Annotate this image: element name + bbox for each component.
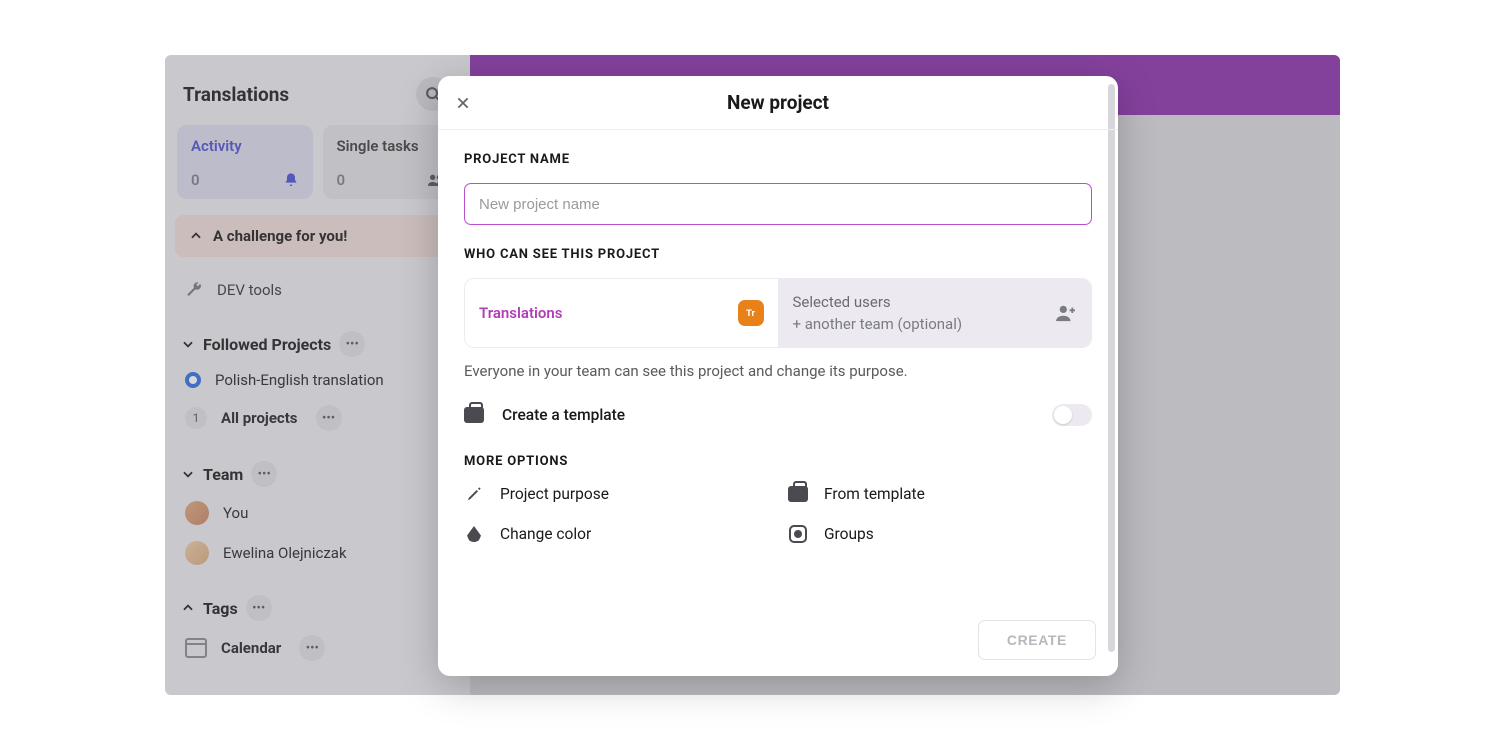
create-template-toggle[interactable] [1052, 404, 1092, 426]
modal-header: New project [438, 76, 1118, 130]
option-from-template[interactable]: From template [788, 485, 1092, 503]
modal-body: PROJECT NAME WHO CAN SEE THIS PROJECT Tr… [438, 130, 1118, 676]
challenge-label: A challenge for you! [213, 227, 347, 245]
sidebar: Translations Activity 0 Single tasks 0 [165, 55, 470, 695]
modal-footer: CREATE [460, 620, 1096, 676]
tab-single-count: 0 [337, 171, 346, 189]
create-template-label: Create a template [502, 406, 625, 424]
team-more-button[interactable]: ••• [251, 461, 277, 487]
tab-activity-label: Activity [191, 137, 299, 155]
dev-tools-label: DEV tools [217, 281, 282, 299]
wrench-icon [185, 281, 203, 299]
tab-activity[interactable]: Activity 0 [177, 125, 313, 199]
section-tags[interactable]: Tags ••• + [175, 589, 460, 627]
option-label: Project purpose [500, 485, 609, 503]
add-user-icon [1055, 304, 1077, 322]
modal-title: New project [438, 91, 1118, 114]
team-member-label: Ewelina Olejniczak [223, 544, 347, 562]
team-member-ewelina[interactable]: Ewelina Olejniczak [175, 533, 460, 573]
chevron-up-icon [181, 601, 195, 615]
tags-title: Tags [203, 599, 238, 618]
tab-activity-count: 0 [191, 171, 200, 189]
workspace-title: Translations [183, 83, 289, 106]
calendar-label: Calendar [221, 639, 281, 657]
avatar [185, 541, 209, 565]
close-icon [456, 96, 470, 110]
tab-single-label: Single tasks [337, 137, 445, 155]
chevron-down-icon [181, 337, 195, 351]
bell-icon [283, 172, 299, 188]
team-chip: Tr [738, 300, 764, 326]
visibility-help-text: Everyone in your team can see this proje… [464, 362, 1092, 380]
challenge-banner[interactable]: A challenge for you! [175, 215, 460, 257]
calendar-more-button[interactable]: ••• [299, 635, 325, 661]
avatar [185, 501, 209, 525]
more-options-label: MORE OPTIONS [464, 454, 1092, 469]
pencil-icon [464, 486, 484, 502]
chevron-down-icon [181, 467, 195, 481]
team-member-label: You [223, 504, 248, 522]
sidebar-header: Translations [175, 69, 460, 125]
visibility-users-label: Selected users [793, 293, 963, 311]
briefcase-icon [788, 486, 808, 502]
all-projects-count: 1 [185, 407, 207, 429]
visibility-label: WHO CAN SEE THIS PROJECT [464, 247, 1092, 262]
create-button[interactable]: CREATE [978, 620, 1096, 660]
visibility-users-option[interactable]: Selected users + another team (optional) [779, 279, 1092, 347]
option-project-purpose[interactable]: Project purpose [464, 485, 768, 503]
modal-scrollbar[interactable] [1108, 84, 1115, 652]
followed-more-button[interactable]: ••• [339, 331, 365, 357]
visibility-selector: Translations Tr Selected users + another… [464, 278, 1092, 348]
chevron-up-icon [189, 229, 203, 243]
visibility-team-label: Translations [479, 304, 562, 322]
dev-tools-item[interactable]: DEV tools [175, 271, 460, 309]
create-template-row: Create a template [464, 406, 1092, 424]
drop-icon [464, 526, 484, 542]
new-project-modal: New project PROJECT NAME WHO CAN SEE THI… [438, 76, 1118, 676]
calendar-icon [185, 638, 207, 658]
option-label: From template [824, 485, 925, 503]
project-name-label: PROJECT NAME [464, 152, 1092, 167]
calendar-item[interactable]: Calendar ••• [175, 627, 460, 669]
option-groups[interactable]: Groups [788, 525, 1092, 543]
team-title: Team [203, 465, 243, 484]
team-member-you[interactable]: You [175, 493, 460, 533]
radio-selected-icon [185, 372, 201, 388]
project-item-label: Polish-English translation [215, 371, 384, 389]
groups-icon [788, 525, 808, 543]
all-projects-label: All projects [221, 409, 298, 427]
all-projects-more-button[interactable]: ••• [316, 405, 342, 431]
section-team[interactable]: Team ••• + [175, 455, 460, 493]
section-followed-projects[interactable]: Followed Projects ••• + [175, 325, 460, 363]
sidebar-tabs: Activity 0 Single tasks 0 [175, 125, 460, 199]
all-projects-item[interactable]: 1 All projects ••• [175, 397, 460, 439]
visibility-add-team-label: + another team (optional) [793, 315, 963, 333]
option-label: Change color [500, 525, 591, 543]
close-button[interactable] [456, 96, 470, 110]
followed-title: Followed Projects [203, 335, 331, 354]
option-change-color[interactable]: Change color [464, 525, 768, 543]
option-label: Groups [824, 525, 874, 543]
project-name-input[interactable] [464, 183, 1092, 225]
briefcase-icon [464, 407, 484, 423]
visibility-team-option[interactable]: Translations Tr [465, 279, 779, 347]
project-item-polish-english[interactable]: Polish-English translation [175, 363, 460, 397]
tags-more-button[interactable]: ••• [246, 595, 272, 621]
